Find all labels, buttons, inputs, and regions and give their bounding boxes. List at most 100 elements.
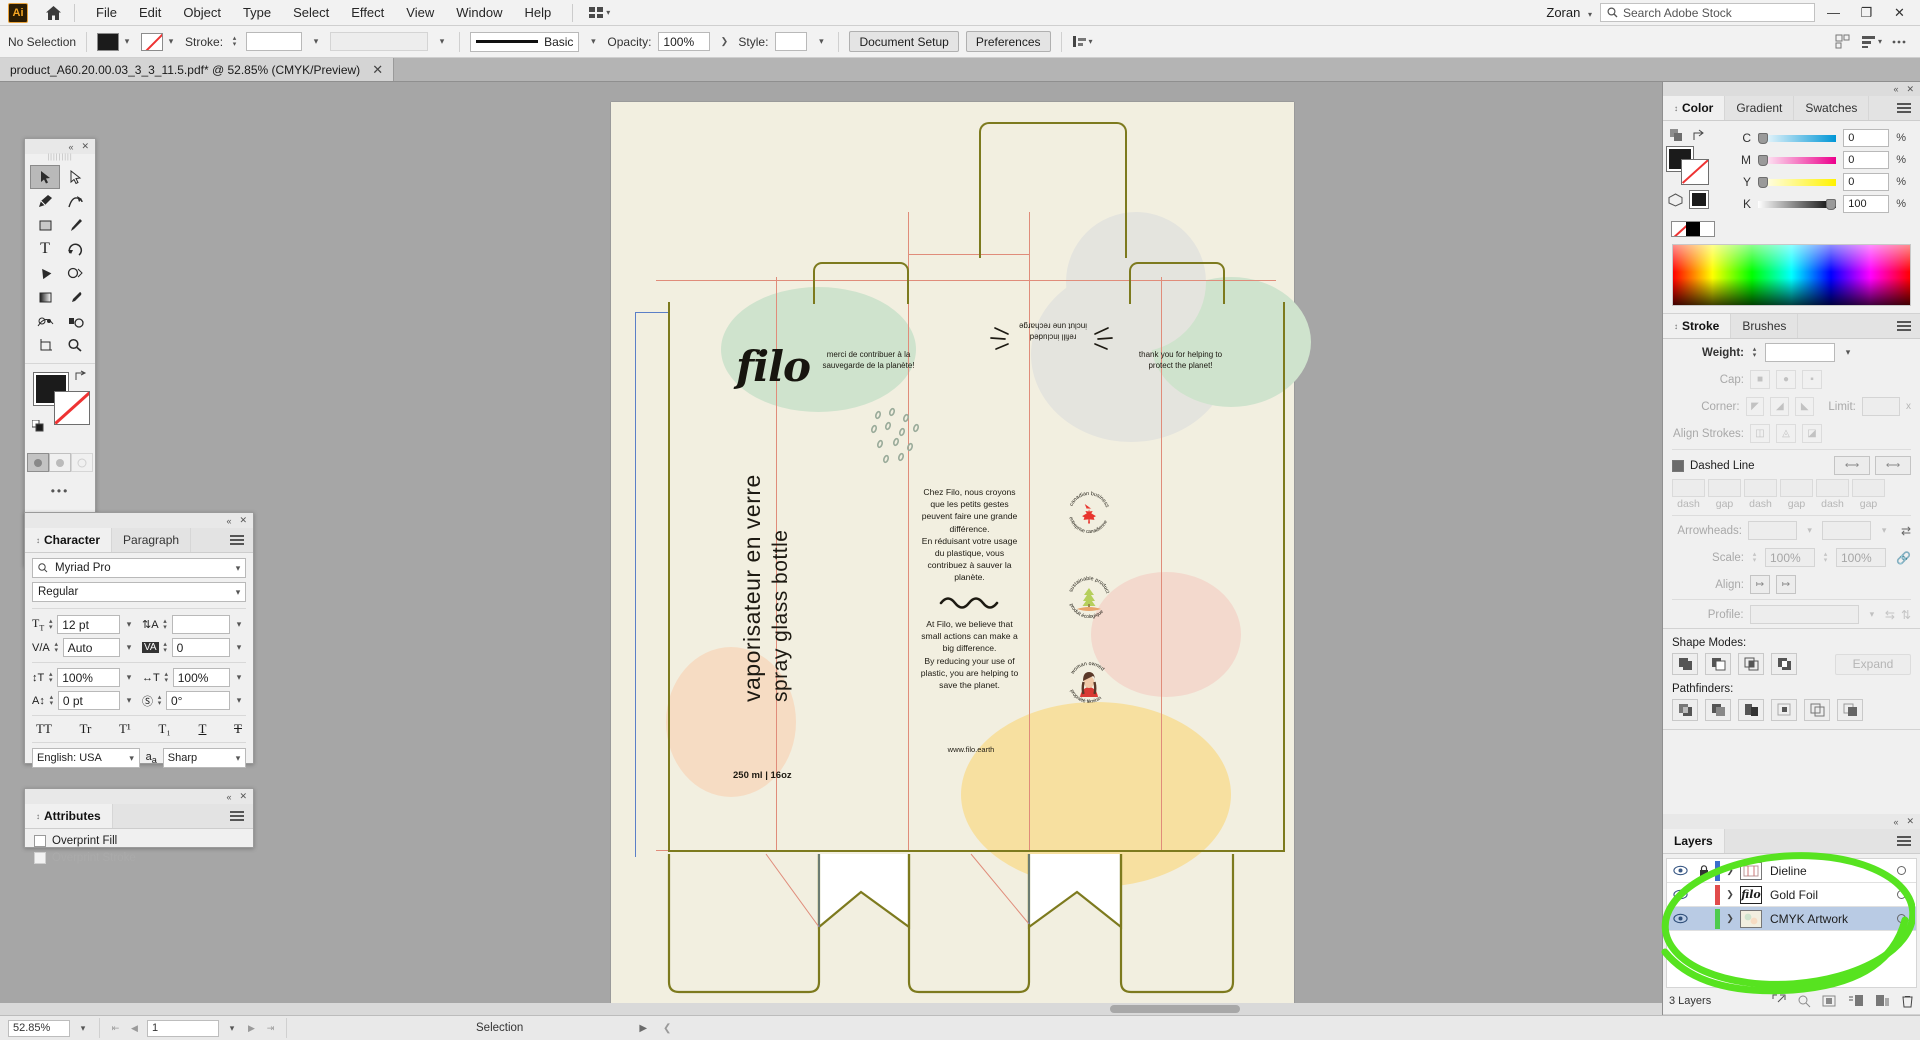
type-tool[interactable]: T <box>30 237 60 261</box>
small-caps-button[interactable]: Tr <box>80 721 92 737</box>
next-artboard-button[interactable]: ▶ <box>245 1023 258 1034</box>
color-swap-squares-icon[interactable] <box>1670 129 1683 142</box>
menu-effect[interactable]: Effect <box>340 1 395 24</box>
character-panel[interactable]: « ✕ ↕ Character Paragraph Myriad Pro ▾ R… <box>24 512 254 768</box>
font-search-icon[interactable] <box>37 562 51 574</box>
pathfinder-crop-button[interactable] <box>1771 699 1797 721</box>
stroke-panel-weight-stepper[interactable]: ▴ ▾ <box>1750 346 1759 359</box>
shape-intersect-button[interactable] <box>1738 653 1764 675</box>
arrange-panel-button[interactable]: ▾ <box>1861 35 1882 49</box>
color-spectrum-ramp[interactable] <box>1672 244 1911 306</box>
font-size-chevron-down-icon[interactable]: ▾ <box>122 616 136 634</box>
new-sublayer-icon[interactable] <box>1848 994 1864 1008</box>
extend-arrows-button[interactable]: ↦ <box>1750 575 1770 594</box>
select-similar-icon[interactable] <box>1835 34 1851 49</box>
layers-close-icon[interactable]: ✕ <box>1906 816 1914 827</box>
shape-exclude-button[interactable] <box>1771 653 1797 675</box>
curvature-tool[interactable] <box>60 189 90 213</box>
character-close-icon[interactable]: ✕ <box>239 515 247 526</box>
menu-select[interactable]: Select <box>282 1 340 24</box>
channel-m-input[interactable]: 0 <box>1843 151 1890 169</box>
stroke-weight-chevron-down-icon[interactable]: ▾ <box>309 33 323 51</box>
swap-arrowheads-icon[interactable]: ⇄ <box>1901 524 1911 538</box>
layer-visibility-toggle-gold-foil[interactable] <box>1667 889 1693 900</box>
layer-row-gold-foil[interactable]: ❯ filo Gold Foil <box>1667 883 1916 907</box>
layers-panel-menu-icon[interactable] <box>1888 829 1920 853</box>
more-tools-button[interactable]: ••• <box>25 484 95 498</box>
rotation-chevron-down-icon[interactable]: ▾ <box>232 692 246 710</box>
graphic-style-select[interactable] <box>775 32 808 51</box>
layer-visibility-toggle-cmyk-artwork[interactable] <box>1667 913 1693 924</box>
superscript-button[interactable]: T¹ <box>119 721 131 737</box>
pathfinder-minus-back-button[interactable] <box>1837 699 1863 721</box>
baseline-shift-stepper[interactable]: ▴ ▾ <box>47 694 56 707</box>
right-dock-close-icon[interactable]: ✕ <box>1906 84 1914 95</box>
arrange-documents-button[interactable]: ▾ <box>583 4 616 21</box>
channel-k-row[interactable]: K 100 % <box>1725 193 1916 215</box>
tools-panel[interactable]: « ✕ ||||||||| T ••• <box>24 138 96 566</box>
subscript-button[interactable]: T₁ <box>158 721 170 737</box>
make-clipping-mask-icon[interactable] <box>1822 994 1837 1008</box>
tab-paragraph[interactable]: Paragraph <box>112 528 192 552</box>
overprint-fill-row[interactable]: Overprint Fill <box>34 835 244 847</box>
leading-value-input[interactable] <box>171 615 230 634</box>
stroke-swatch-none[interactable] <box>141 32 164 51</box>
layer-expand-toggle-gold-foil[interactable]: ❯ <box>1720 889 1740 900</box>
shaper-tool[interactable] <box>30 261 60 285</box>
attributes-collapse-icon[interactable]: « <box>226 792 231 802</box>
color-panel-menu-icon[interactable] <box>1888 96 1920 120</box>
color-mode-gradient[interactable] <box>49 453 71 472</box>
font-style-chevron-down-icon[interactable]: ▾ <box>231 583 245 601</box>
font-size-input[interactable]: 12 pt <box>57 615 120 634</box>
channel-y-knob[interactable] <box>1758 176 1768 188</box>
document-tab-close-icon[interactable]: ✕ <box>372 62 383 78</box>
swap-fill-stroke-icon[interactable] <box>75 370 88 383</box>
font-family-chevron-down-icon[interactable]: ▾ <box>231 559 245 577</box>
tools-collapse-icon[interactable]: « <box>68 142 73 152</box>
right-dock-collapse-icon[interactable]: « <box>1893 84 1898 94</box>
stroke-weight-input[interactable] <box>246 32 303 51</box>
underline-button[interactable]: T <box>198 721 206 737</box>
layers-empty-area[interactable] <box>1667 931 1916 987</box>
channel-y-input[interactable]: 0 <box>1843 173 1890 191</box>
variable-width-profile-select[interactable] <box>330 32 429 51</box>
stroke-panel-weight-chevron-down-icon[interactable]: ▾ <box>1841 344 1855 362</box>
color-current-chip[interactable] <box>1689 190 1709 209</box>
brush-definition-select[interactable]: Basic <box>470 31 580 52</box>
font-size-stepper[interactable]: ▴ ▾ <box>46 618 55 631</box>
layer-expand-toggle-dieline[interactable]: ❯ <box>1720 865 1740 876</box>
color-mode-none[interactable] <box>71 453 93 472</box>
artboard-tool[interactable] <box>30 333 60 357</box>
rotate-tool[interactable] <box>60 237 90 261</box>
zoom-level-input[interactable]: 52.85% <box>8 1019 70 1037</box>
channel-c-input[interactable]: 0 <box>1843 129 1890 147</box>
search-layer-icon[interactable] <box>1797 994 1811 1008</box>
blend-tool[interactable] <box>30 309 60 333</box>
character-rotation-input[interactable]: 0° <box>166 691 230 710</box>
opacity-flyout-icon[interactable]: ❯ <box>717 33 731 51</box>
layer-name-cmyk-artwork[interactable]: CMYK Artwork <box>1762 912 1848 926</box>
previous-artboard-button[interactable]: ◀ <box>128 1023 141 1034</box>
menu-edit[interactable]: Edit <box>128 1 172 24</box>
character-collapse-icon[interactable]: « <box>226 516 231 526</box>
color-none-white-black-strip[interactable] <box>1671 221 1715 237</box>
eyedropper-tool[interactable] <box>60 285 90 309</box>
status-flyout-icon[interactable]: ▶ <box>639 1023 647 1034</box>
window-maximize-button[interactable]: ❐ <box>1852 0 1881 26</box>
color-panel[interactable]: ↕ Color Gradient Swatches C 0 % M 0 % Y … <box>1663 96 1920 314</box>
color-black-chip[interactable] <box>1686 222 1700 236</box>
home-icon[interactable] <box>42 5 64 21</box>
dash-input-1[interactable] <box>1672 479 1705 497</box>
tab-character[interactable]: ↕ Character <box>25 528 113 552</box>
color-none-chip[interactable] <box>1672 222 1686 236</box>
layer-target-indicator-dieline[interactable] <box>1886 866 1916 875</box>
attributes-panel-menu-icon[interactable] <box>221 804 253 828</box>
kerning-input[interactable]: Auto <box>62 638 120 657</box>
language-select[interactable]: English: USA <box>33 752 125 764</box>
channel-k-knob[interactable] <box>1826 198 1837 210</box>
canvas-scroll-thumb-horizontal[interactable] <box>1110 1005 1240 1013</box>
vertical-scale-stepper[interactable]: ▴ ▾ <box>46 671 55 684</box>
layer-expand-toggle-cmyk-artwork[interactable]: ❯ <box>1720 913 1740 924</box>
dashed-line-row[interactable]: Dashed Line ⟷ ⟷ <box>1663 452 1920 479</box>
channel-y-track[interactable] <box>1758 176 1837 188</box>
